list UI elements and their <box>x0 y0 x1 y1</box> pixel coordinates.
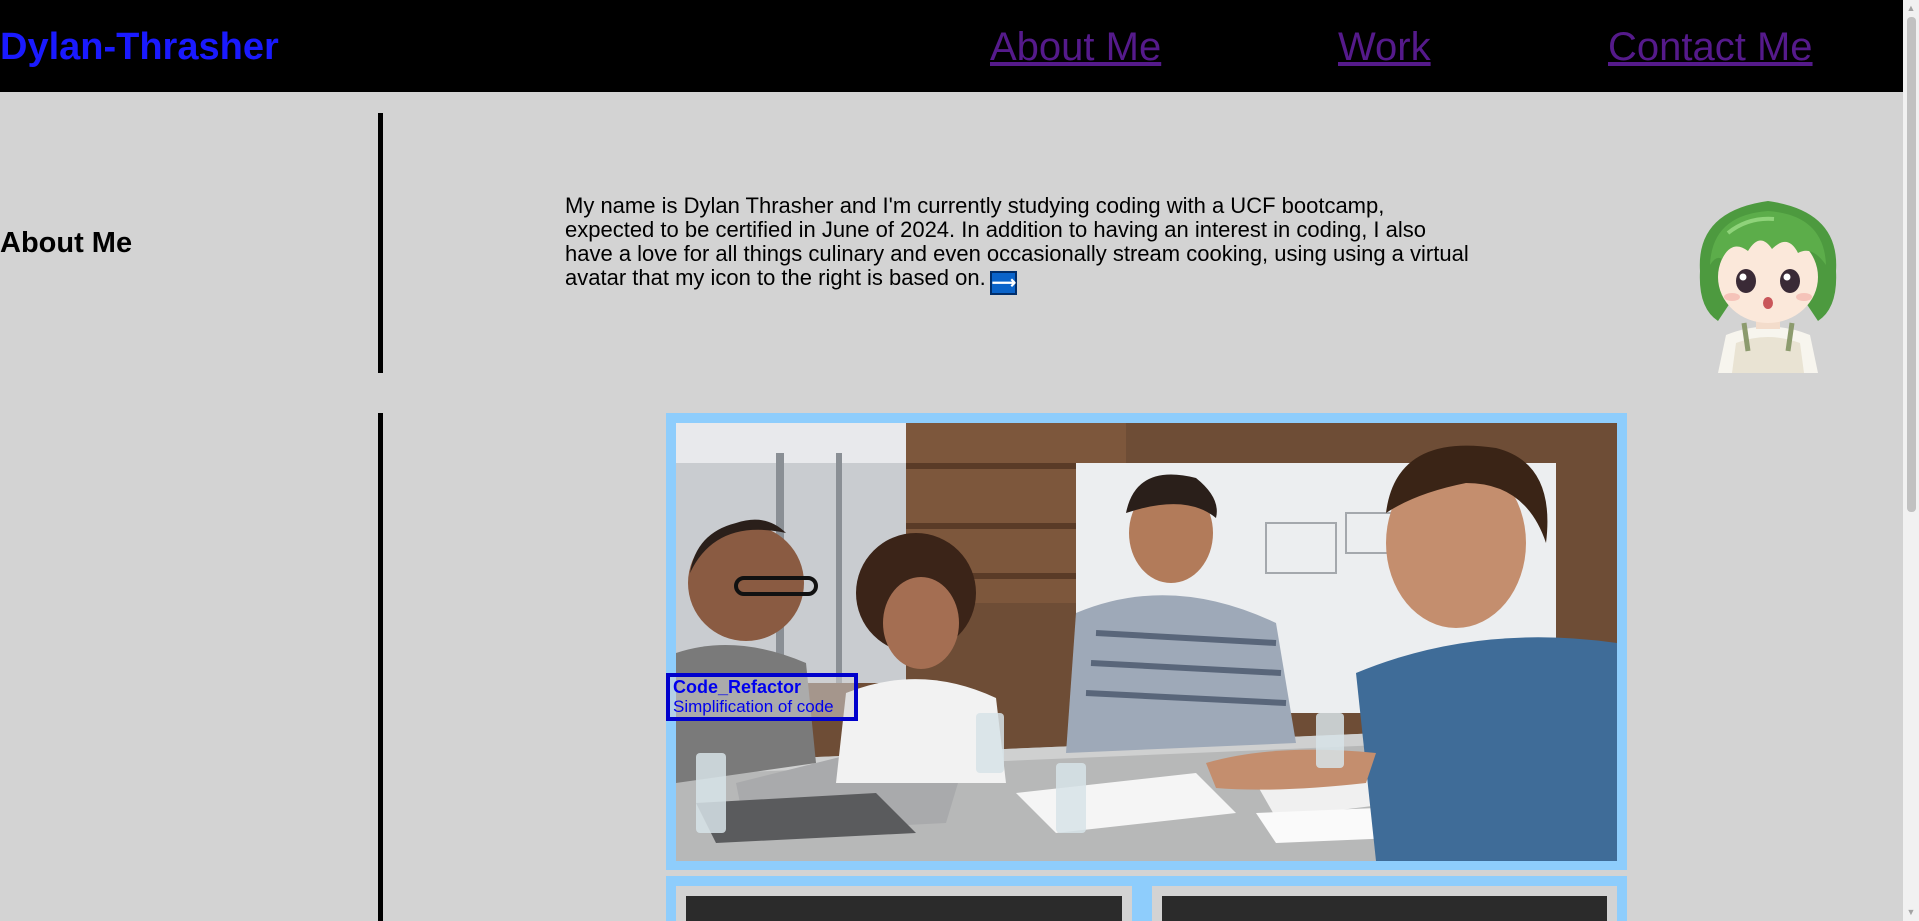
right-arrow-icon: ⟶ <box>989 271 1017 295</box>
meeting-illustration <box>676 423 1617 861</box>
project-label[interactable]: Code_Refactor Simplification of code <box>666 673 858 721</box>
vertical-scrollbar[interactable]: ▲ ▼ <box>1903 0 1919 921</box>
project-thumbnail <box>686 896 1122 921</box>
section-divider <box>378 113 383 373</box>
top-navbar: Dylan-Thrasher About Me Work Contact Me <box>0 0 1903 92</box>
team-meeting-photo <box>676 423 1617 861</box>
page: Dylan-Thrasher About Me Work Contact Me … <box>0 0 1919 921</box>
nav-contact-me-link[interactable]: Contact Me <box>1608 24 1813 70</box>
avatar-apron <box>1732 337 1804 373</box>
work-card-small[interactable] <box>666 876 1142 921</box>
project-thumbnail <box>1162 896 1607 921</box>
avatar-mouth <box>1763 297 1773 309</box>
avatar-right-eye <box>1780 269 1800 293</box>
section-divider <box>378 413 383 921</box>
about-section-title: About Me <box>0 227 133 259</box>
project-title[interactable]: Code_Refactor <box>673 678 854 697</box>
work-card-small[interactable] <box>1142 876 1627 921</box>
chibi-avatar-icon <box>1699 201 1837 373</box>
project-subtitle: Simplification of code <box>673 697 834 716</box>
bio-text: My name is Dylan Thrasher and I'm curren… <box>565 193 1469 290</box>
bio-paragraph: My name is Dylan Thrasher and I'm curren… <box>565 194 1470 295</box>
scroll-up-arrow-icon[interactable]: ▲ <box>1903 0 1919 17</box>
avatar-left-eye <box>1736 269 1756 293</box>
work-card[interactable] <box>666 413 1627 870</box>
scrollbar-thumb[interactable] <box>1907 17 1916 512</box>
avatar <box>1688 193 1848 373</box>
nav-work-link[interactable]: Work <box>1338 24 1431 70</box>
scroll-down-arrow-icon[interactable]: ▼ <box>1903 904 1919 921</box>
brand-title[interactable]: Dylan-Thrasher <box>0 24 279 70</box>
nav-about-me-link[interactable]: About Me <box>990 24 1161 70</box>
